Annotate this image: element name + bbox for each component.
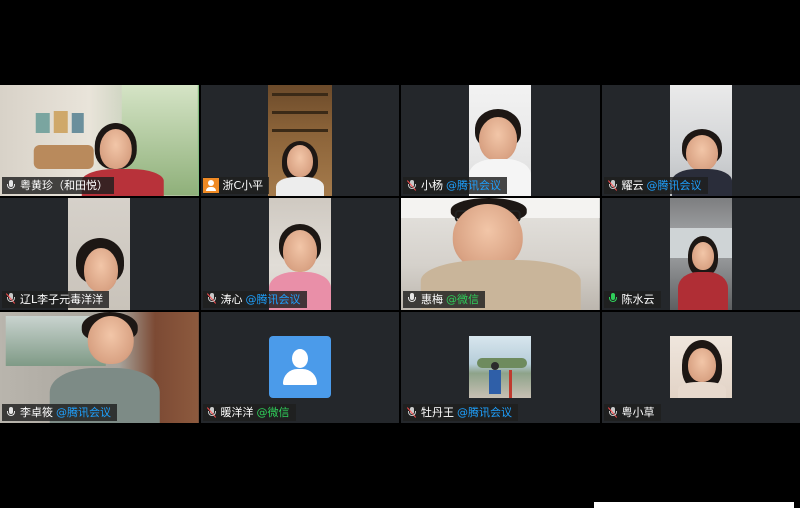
microphone-icon [5, 179, 17, 192]
participant-tile[interactable]: 粤黄珍（和田悦） [0, 85, 199, 197]
participant-tile[interactable]: 浙C小平 [200, 85, 399, 197]
participant-tile[interactable]: 牡丹王 @腾讯会议 [401, 311, 600, 423]
participant-name: 牡丹王 [421, 406, 454, 419]
participant-source: @腾讯会议 [56, 406, 111, 419]
bookshelf [271, 111, 328, 114]
microphone-muted-icon [206, 293, 218, 305]
microphone-icon [406, 293, 418, 305]
participant-tile[interactable]: 耀云 @腾讯会议 [601, 85, 800, 197]
participant-name: 粤黄珍（和田悦） [20, 179, 108, 193]
participant-name-label: 李卓筱 @腾讯会议 [2, 404, 117, 421]
participant-name-label: 陈水云 [603, 290, 661, 308]
participant-name-label: 涛心 @腾讯会议 [202, 290, 307, 308]
participant-body [275, 177, 324, 197]
participant-tile[interactable]: 小杨 @腾讯会议 [401, 85, 600, 197]
participant-tile[interactable]: 暖洋洋 @微信 [200, 311, 399, 423]
participant-source: @腾讯会议 [245, 292, 301, 306]
microphone-muted-icon [406, 406, 418, 419]
participant-face [88, 315, 134, 364]
participant-name-label: 耀云 @腾讯会议 [603, 177, 708, 195]
person-head [491, 362, 500, 371]
participant-name-label: 牡丹王 @腾讯会议 [403, 404, 518, 421]
participant-name: 小杨 [421, 179, 443, 193]
participant-face [685, 135, 718, 171]
participant-face [84, 248, 119, 293]
participant-name-label: 粤黄珍（和田悦） [2, 177, 114, 195]
person-body [489, 370, 502, 395]
microphone-muted-icon [607, 406, 619, 419]
participant-face [687, 348, 716, 383]
participant-name: 浙C小平 [222, 179, 264, 193]
wall-art [72, 113, 84, 133]
microphone-active-icon [607, 293, 619, 305]
railing [509, 370, 531, 399]
participant-name: 陈水云 [621, 292, 655, 306]
participant-name: 李卓筱 [20, 406, 53, 419]
participant-tile[interactable]: 粤小草 [601, 311, 800, 423]
microphone-muted-icon [206, 406, 218, 419]
participant-source: @微信 [446, 292, 479, 306]
microphone-muted-icon [607, 179, 619, 192]
participant-tile[interactable]: 涛心 @腾讯会议 [200, 198, 399, 310]
participant-tile[interactable]: 李卓筱 @腾讯会议 [0, 311, 199, 423]
default-avatar-icon [268, 336, 331, 399]
avatar-shoulders [282, 369, 317, 386]
participant-name-label: 惠梅 @微信 [403, 290, 485, 308]
microphone-muted-icon [5, 293, 17, 305]
participant-face [100, 129, 132, 169]
avatar-head [291, 349, 308, 369]
participant-video [267, 85, 332, 197]
participant-face [691, 242, 714, 271]
wall-art [36, 113, 50, 133]
bookshelf [271, 129, 328, 132]
participant-name: 粤小草 [621, 406, 655, 419]
participant-name: 惠梅 [421, 292, 443, 306]
profile-photo [669, 336, 732, 399]
participant-name-label: 小杨 @腾讯会议 [403, 177, 507, 195]
participant-name-label: 浙C小平 [202, 177, 270, 195]
microphone-muted-icon [406, 179, 418, 192]
participant-name-label: 辽L李子元毒洋洋 [2, 290, 110, 308]
profile-photo [469, 336, 532, 399]
participant-name-label: 粤小草 [603, 404, 661, 421]
trees [477, 358, 528, 369]
participant-tile[interactable]: 惠梅 @微信 [401, 198, 600, 310]
participant-face [286, 145, 313, 177]
participant-name: 涛心 [220, 292, 243, 306]
participant-name: 辽L李子元毒洋洋 [20, 292, 104, 306]
participant-face [282, 230, 317, 273]
wall-art [54, 111, 68, 133]
bottom-overlay-bar [594, 502, 794, 508]
bookshelf [271, 93, 328, 96]
participant-tile[interactable]: 陈水云 [601, 198, 800, 310]
participant-name-label: 暖洋洋 @微信 [202, 404, 296, 421]
participant-name: 耀云 [621, 179, 644, 193]
video-grid: 粤黄珍（和田悦） 浙C小平 小杨 @腾讯会议 耀云 @腾讯会议 辽L李子元毒洋洋… [0, 85, 800, 423]
participant-video [669, 198, 732, 310]
participant-source: @腾讯会议 [646, 179, 702, 193]
participant-source: @腾讯会议 [457, 406, 512, 419]
person-icon [202, 178, 219, 194]
microphone-icon [5, 406, 17, 419]
participant-source: @微信 [256, 406, 290, 419]
participant-body [677, 272, 728, 310]
participant-source: @腾讯会议 [446, 179, 501, 193]
participant-tile[interactable]: 辽L李子元毒洋洋 [0, 198, 199, 310]
sofa [34, 145, 94, 169]
participant-name: 暖洋洋 [220, 406, 254, 419]
participant-face [479, 117, 518, 161]
participant-body [677, 382, 726, 399]
